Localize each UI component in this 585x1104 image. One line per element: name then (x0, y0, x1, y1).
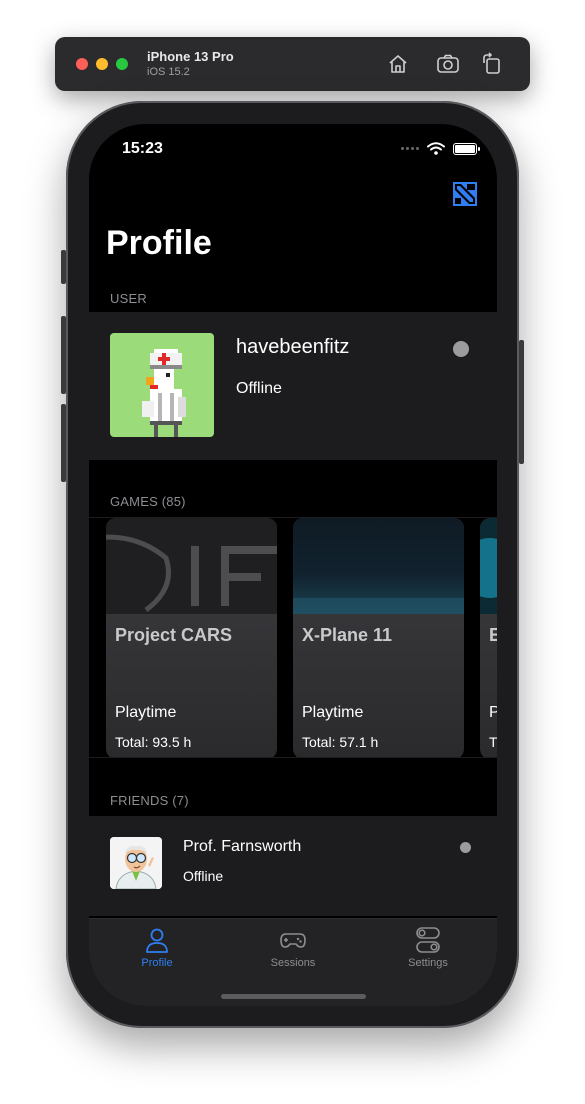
home-button[interactable] (385, 51, 411, 77)
volume-down-button (61, 404, 66, 482)
power-button (519, 340, 524, 464)
os-version: iOS 15.2 (147, 66, 190, 78)
screenshot-button[interactable] (435, 51, 461, 77)
volume-up-button (61, 316, 66, 394)
friend-status: Offline (183, 868, 224, 884)
page-title: Profile (106, 224, 212, 262)
user-card[interactable]: havebeenfitz Offline (89, 312, 497, 460)
game-card-project-cars[interactable]: Project CARS Playtime Total: 93.5 h (106, 518, 277, 757)
zoom-window-button[interactable] (116, 58, 128, 70)
battery-icon (453, 142, 480, 155)
status-time: 15:23 (122, 140, 163, 157)
tab-sessions-label: Sessions (270, 957, 316, 969)
minimize-window-button[interactable] (96, 58, 108, 70)
game-card-partial[interactable]: E P T (480, 518, 497, 757)
home-indicator[interactable] (221, 994, 366, 999)
toggles-icon (416, 927, 440, 953)
game-playtime-total: Total: 93.5 h (115, 734, 192, 750)
wifi-icon (427, 142, 445, 155)
friend-status-indicator (460, 842, 471, 853)
user-section-header: USER (110, 291, 147, 306)
game-cover-image (480, 518, 497, 614)
tab-sessions[interactable]: Sessions (243, 925, 343, 969)
tab-profile-label: Profile (141, 957, 173, 969)
gamepad-icon (280, 933, 306, 948)
rotate-button[interactable] (479, 51, 505, 77)
game-card-x-plane-11[interactable]: X-Plane 11 Playtime Total: 57.1 h (293, 518, 464, 757)
user-status: Offline (236, 380, 282, 397)
friends-section-header: FRIENDS (7) (110, 793, 189, 808)
game-playtime-label: Playtime (302, 704, 364, 721)
game-playtime-total: Total: 57.1 h (302, 734, 379, 750)
user-status-indicator (453, 341, 469, 357)
game-title: X-Plane 11 (302, 625, 393, 645)
games-carousel[interactable]: Project CARS Playtime Total: 93.5 h X-Pl… (89, 517, 497, 758)
tab-profile[interactable]: Profile (107, 925, 207, 969)
status-indicators (401, 142, 480, 155)
app-screen: 15:23 Profile USER havebeenfitz Offline … (89, 124, 497, 1006)
tab-settings-label: Settings (408, 957, 448, 969)
tab-bar: Profile Sessions Settings (89, 918, 497, 1006)
rotate-icon (483, 52, 500, 74)
game-title: Project CARS (115, 625, 233, 645)
close-window-button[interactable] (76, 58, 88, 70)
user-name: havebeenfitz (236, 336, 350, 358)
simulator-title-bar: iPhone 13 Pro iOS 15.2 (55, 37, 530, 91)
friend-row[interactable]: Prof. Farnsworth Offline (89, 816, 497, 916)
game-title: E (489, 625, 497, 646)
user-avatar (110, 333, 214, 437)
game-playtime-label: P (489, 704, 497, 722)
screenshot-icon (437, 54, 459, 73)
game-cover-image (293, 518, 464, 614)
dota-logo-icon[interactable] (452, 181, 478, 207)
mute-switch (61, 250, 66, 284)
game-playtime-total: T (489, 734, 497, 750)
device-name: iPhone 13 Pro (147, 49, 234, 64)
games-section-header: GAMES (85) (110, 494, 186, 509)
game-cover-image (106, 518, 277, 614)
tab-settings[interactable]: Settings (378, 925, 478, 969)
signal-icon (401, 147, 419, 150)
person-icon (146, 928, 168, 953)
friend-avatar (110, 837, 162, 889)
home-icon (389, 55, 407, 73)
friend-name: Prof. Farnsworth (183, 838, 302, 855)
game-playtime-label: Playtime (115, 704, 177, 721)
